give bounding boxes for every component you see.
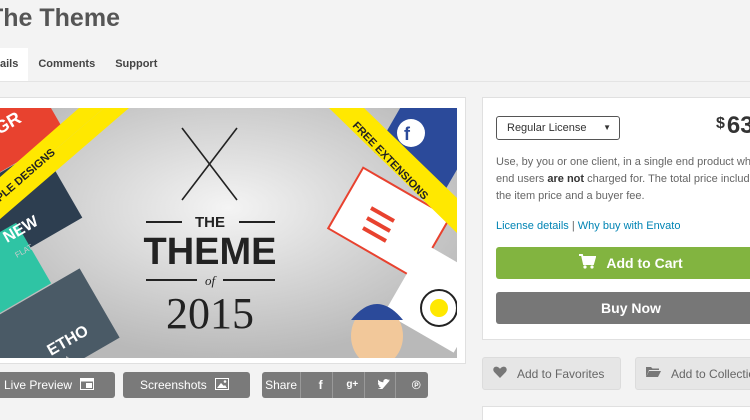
preview-image[interactable]: GR NEW FLAT ETHO MA MPLE DESIGNS f <box>0 108 457 358</box>
tab-bar: ails Comments Support <box>0 48 167 81</box>
folder-icon <box>646 366 661 381</box>
license-select[interactable]: Regular License ▼ <box>496 116 620 140</box>
add-to-favorites-label: Add to Favorites <box>517 366 605 381</box>
tab-divider <box>0 81 750 82</box>
image-icon <box>214 377 229 393</box>
share-group: Share f g+ ℗ <box>262 372 428 398</box>
center-theme-text: THEME <box>144 231 277 273</box>
add-to-collection-button[interactable]: Add to Collection <box>635 357 750 390</box>
preview-artwork: GR NEW FLAT ETHO MA MPLE DESIGNS f <box>0 108 457 358</box>
price-currency: $ <box>716 115 725 132</box>
page-title: The Theme <box>0 4 120 32</box>
tab-comments[interactable]: Comments <box>28 48 105 81</box>
share-label: Share <box>262 372 302 398</box>
buy-now-button[interactable]: Buy Now <box>496 292 750 324</box>
caret-down-icon: ▼ <box>603 123 611 132</box>
live-preview-button[interactable]: Live Preview <box>0 372 115 398</box>
add-to-collection-label: Add to Collection <box>671 366 750 381</box>
add-to-cart-button[interactable]: Add to Cart <box>496 247 750 279</box>
license-card: Regular License ▼ $63 Use, by you or one… <box>482 97 750 340</box>
screenshots-label: Screenshots <box>140 378 207 392</box>
links-separator: | <box>571 220 575 232</box>
twitter-share-icon[interactable] <box>373 372 397 398</box>
cart-icon <box>579 254 597 272</box>
bottom-card <box>482 406 750 420</box>
license-links: License details | Why buy with Envato <box>496 220 680 232</box>
center-the-text: THE <box>195 214 225 231</box>
desc-bold: are not <box>547 173 585 185</box>
heart-icon <box>493 366 507 381</box>
layout-icon <box>80 377 95 393</box>
buy-now-label: Buy Now <box>601 300 661 316</box>
price: $63 <box>716 112 750 140</box>
add-to-cart-label: Add to Cart <box>606 255 683 271</box>
why-buy-link[interactable]: Why buy with Envato <box>578 220 681 232</box>
add-to-favorites-button[interactable]: Add to Favorites <box>482 357 621 390</box>
price-value: 63 <box>726 112 750 139</box>
facebook-icon: f <box>404 124 411 144</box>
tab-details[interactable]: ails <box>0 48 29 81</box>
license-description: Use, by you or one client, in a single e… <box>496 154 750 205</box>
center-year-text: 2015 <box>166 289 254 338</box>
pinterest-share-icon[interactable]: ℗ <box>404 372 428 398</box>
screenshots-button[interactable]: Screenshots <box>123 372 250 398</box>
license-details-link[interactable]: License details <box>496 220 569 232</box>
googleplus-share-icon[interactable]: g+ <box>341 372 365 398</box>
live-preview-label: Live Preview <box>4 378 73 392</box>
license-select-value: Regular License <box>507 122 587 134</box>
preview-card: GR NEW FLAT ETHO MA MPLE DESIGNS f <box>0 97 466 364</box>
facebook-share-icon[interactable]: f <box>309 372 333 398</box>
tab-support[interactable]: Support <box>105 48 167 81</box>
